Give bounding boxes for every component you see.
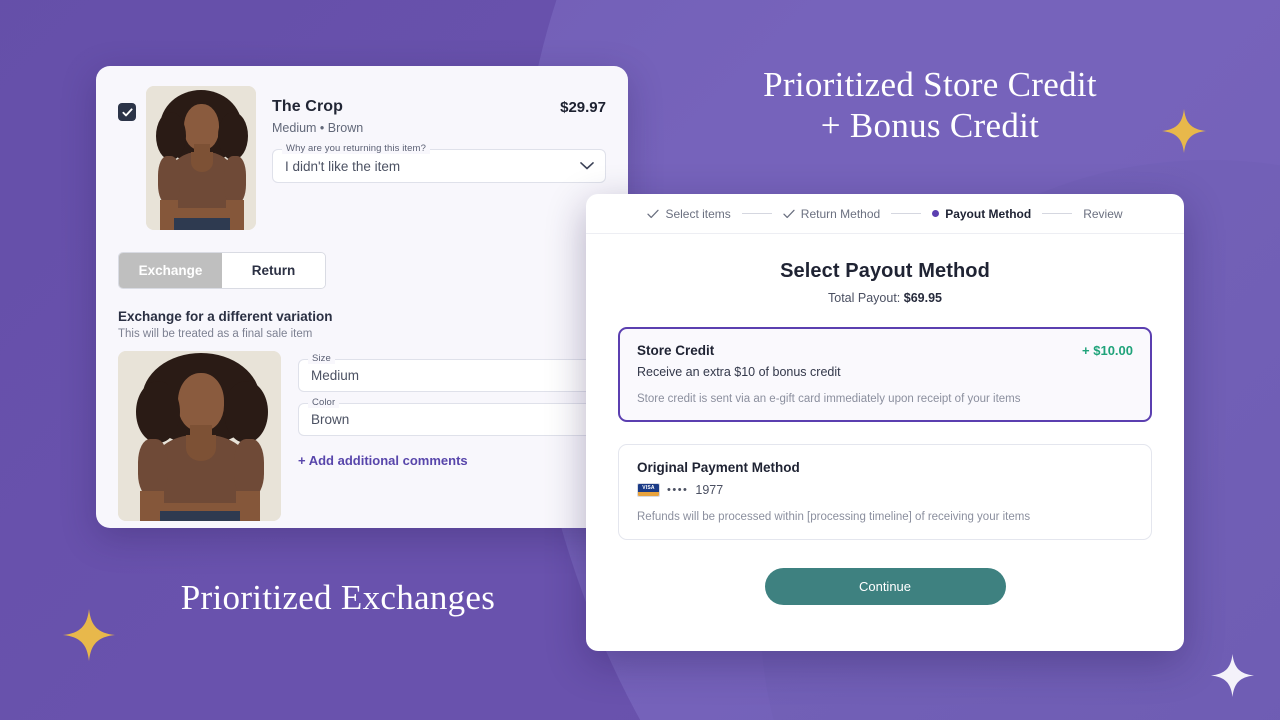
- visa-wordmark: VISA: [642, 485, 655, 491]
- current-step-dot-icon: [932, 210, 940, 217]
- checkout-stepper: Select items Return Method Payout Method…: [586, 194, 1184, 234]
- payout-option-original-payment[interactable]: Original Payment Method VISA •••• 1977 R…: [618, 444, 1152, 540]
- step-label: Payout Method: [945, 206, 1032, 221]
- step-return-method[interactable]: Return Method: [783, 207, 880, 221]
- continue-button[interactable]: Continue: [764, 568, 1006, 605]
- add-additional-comments-link[interactable]: + Add additional comments: [298, 453, 606, 468]
- item-checkbox[interactable]: [118, 103, 136, 121]
- card-summary: VISA •••• 1977: [637, 483, 1133, 497]
- size-label: Size: [308, 353, 335, 364]
- item-variant: Medium • Brown: [272, 121, 364, 135]
- payout-method-panel: Select items Return Method Payout Method…: [586, 194, 1184, 651]
- sparkle-bottom-left-icon: [62, 608, 116, 662]
- exchange-return-toggle: Exchange Return: [118, 252, 326, 289]
- product-photo-small: [146, 86, 256, 230]
- total-payout: Total Payout: $69.95: [618, 291, 1152, 305]
- return-reason-label: Why are you returning this item?: [282, 143, 430, 154]
- tab-return[interactable]: Return: [222, 253, 325, 288]
- card-last4: 1977: [695, 483, 724, 497]
- step-payout-method[interactable]: Payout Method: [932, 207, 1031, 221]
- check-icon: [647, 209, 660, 219]
- chevron-down-icon: [580, 162, 594, 171]
- store-credit-description: Receive an extra $10 of bonus credit: [637, 365, 841, 379]
- step-review[interactable]: Review: [1083, 207, 1122, 221]
- check-icon: [121, 107, 133, 116]
- total-payout-amount: $69.95: [903, 291, 942, 305]
- card-masked-dots: ••••: [667, 484, 689, 496]
- store-credit-note: Store credit is sent via an e-gift card …: [637, 393, 1021, 405]
- original-payment-note: Refunds will be processed within [proces…: [637, 511, 1031, 523]
- item-title: The Crop: [272, 98, 344, 115]
- headline-store-credit-line2: + Bonus Credit: [820, 106, 1040, 146]
- sparkle-bottom-right-icon: [1210, 653, 1255, 698]
- exchange-section-title: Exchange for a different variation: [118, 309, 333, 324]
- sparkle-top-right-icon: [1161, 108, 1207, 154]
- variation-thumbnail: [118, 351, 281, 521]
- headline-store-credit: Prioritized Store Credit + Bonus Credit: [705, 64, 1155, 147]
- total-payout-label: Total Payout:: [828, 291, 904, 305]
- store-credit-title: Store Credit: [637, 343, 715, 358]
- check-icon: [783, 209, 795, 219]
- product-photo-large: [118, 351, 281, 521]
- item-thumbnail: [146, 86, 256, 230]
- size-select[interactable]: Size Medium: [298, 353, 606, 392]
- step-connector: [741, 213, 772, 214]
- size-value: Medium: [311, 368, 360, 383]
- tab-exchange[interactable]: Exchange: [119, 253, 222, 288]
- headline-store-credit-line1: Prioritized Store Credit: [763, 65, 1097, 104]
- payout-option-store-credit[interactable]: Store Credit + $10.00 Receive an extra $…: [618, 327, 1152, 422]
- step-label: Review: [1083, 206, 1123, 221]
- panel-title: Select Payout Method: [780, 260, 990, 282]
- return-reason-value: I didn't like the item: [285, 158, 401, 174]
- return-item-card: The Crop Medium • Brown Why are you retu…: [96, 66, 628, 528]
- step-label: Return Method: [800, 206, 881, 221]
- exchange-section-subtitle: This will be treated as a final sale ite…: [118, 328, 313, 340]
- color-select[interactable]: Color Brown: [298, 397, 606, 436]
- color-label: Color: [308, 397, 340, 408]
- item-row: The Crop Medium • Brown Why are you retu…: [118, 86, 606, 230]
- color-value: Brown: [311, 412, 350, 427]
- step-connector: [1042, 213, 1073, 214]
- original-payment-title: Original Payment Method: [637, 460, 800, 475]
- return-reason-select[interactable]: Why are you returning this item? I didn'…: [272, 143, 606, 183]
- step-select-items[interactable]: Select items: [647, 206, 731, 221]
- item-price: $29.97: [560, 99, 606, 116]
- step-connector: [891, 213, 922, 214]
- step-label: Select items: [665, 206, 731, 221]
- headline-exchanges: Prioritized Exchanges: [180, 578, 496, 617]
- store-credit-bonus-amount: + $10.00: [1082, 343, 1133, 358]
- variation-row: Size Medium Color Brown + Add additional…: [118, 351, 606, 521]
- visa-card-icon: VISA: [637, 483, 660, 497]
